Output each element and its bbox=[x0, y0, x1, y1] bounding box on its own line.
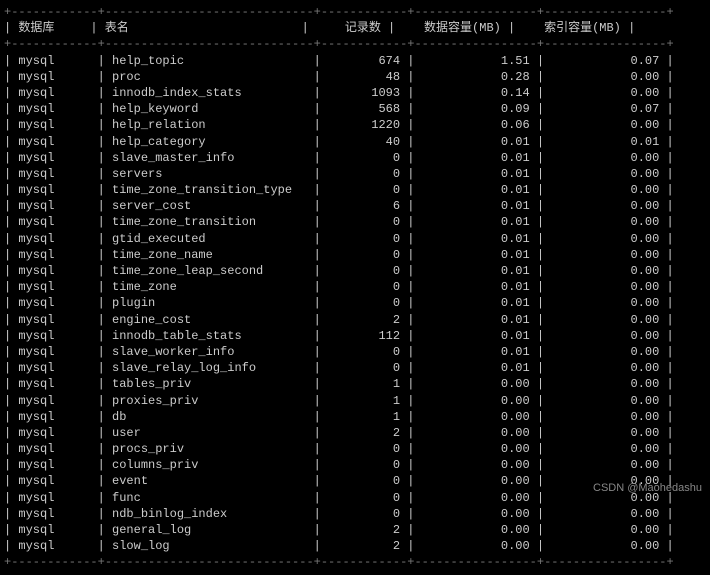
table-row: | mysql | help_keyword | 568 | 0.09 | 0.… bbox=[4, 101, 706, 117]
table-row: | mysql | time_zone_leap_second | 0 | 0.… bbox=[4, 263, 706, 279]
table-row: | mysql | slave_master_info | 0 | 0.01 |… bbox=[4, 150, 706, 166]
table-row: | mysql | help_topic | 674 | 1.51 | 0.07… bbox=[4, 53, 706, 69]
table-row: | mysql | slave_relay_log_info | 0 | 0.0… bbox=[4, 360, 706, 376]
separator-line: +------------+--------------------------… bbox=[4, 36, 706, 52]
table-row: | mysql | gtid_executed | 0 | 0.01 | 0.0… bbox=[4, 231, 706, 247]
table-row: | mysql | columns_priv | 0 | 0.00 | 0.00… bbox=[4, 457, 706, 473]
separator-line: +------------+--------------------------… bbox=[4, 4, 706, 20]
table-row: | mysql | tables_priv | 1 | 0.00 | 0.00 … bbox=[4, 376, 706, 392]
table-row: | mysql | ndb_binlog_index | 0 | 0.00 | … bbox=[4, 506, 706, 522]
table-row: | mysql | help_relation | 1220 | 0.06 | … bbox=[4, 117, 706, 133]
table-row: | mysql | engine_cost | 2 | 0.01 | 0.00 … bbox=[4, 312, 706, 328]
table-row: | mysql | proc | 48 | 0.28 | 0.00 | bbox=[4, 69, 706, 85]
separator-line: +------------+--------------------------… bbox=[4, 554, 706, 570]
table-row: | mysql | time_zone_transition | 0 | 0.0… bbox=[4, 214, 706, 230]
table-row: | mysql | time_zone_transition_type | 0 … bbox=[4, 182, 706, 198]
table-row: | mysql | slave_worker_info | 0 | 0.01 |… bbox=[4, 344, 706, 360]
table-row: | mysql | innodb_table_stats | 112 | 0.0… bbox=[4, 328, 706, 344]
table-row: | mysql | plugin | 0 | 0.01 | 0.00 | bbox=[4, 295, 706, 311]
table-row: | mysql | servers | 0 | 0.01 | 0.00 | bbox=[4, 166, 706, 182]
table-row: | mysql | server_cost | 6 | 0.01 | 0.00 … bbox=[4, 198, 706, 214]
table-row: | mysql | user | 2 | 0.00 | 0.00 | bbox=[4, 425, 706, 441]
watermark-text: CSDN @Maohedashu bbox=[593, 481, 702, 496]
table-row: | mysql | db | 1 | 0.00 | 0.00 | bbox=[4, 409, 706, 425]
table-row: | mysql | proxies_priv | 1 | 0.00 | 0.00… bbox=[4, 393, 706, 409]
table-row: | mysql | help_category | 40 | 0.01 | 0.… bbox=[4, 134, 706, 150]
table-row: | mysql | slow_log | 2 | 0.00 | 0.00 | bbox=[4, 538, 706, 554]
table-row: | mysql | time_zone | 0 | 0.01 | 0.00 | bbox=[4, 279, 706, 295]
table-row: | mysql | general_log | 2 | 0.00 | 0.00 … bbox=[4, 522, 706, 538]
table-row: | mysql | innodb_index_stats | 1093 | 0.… bbox=[4, 85, 706, 101]
table-row: | mysql | time_zone_name | 0 | 0.01 | 0.… bbox=[4, 247, 706, 263]
header-row: | 数据库 | 表名 | 记录数 | 数据容量(MB) | 索引容量(MB) | bbox=[4, 20, 706, 36]
table-row: | mysql | procs_priv | 0 | 0.00 | 0.00 | bbox=[4, 441, 706, 457]
